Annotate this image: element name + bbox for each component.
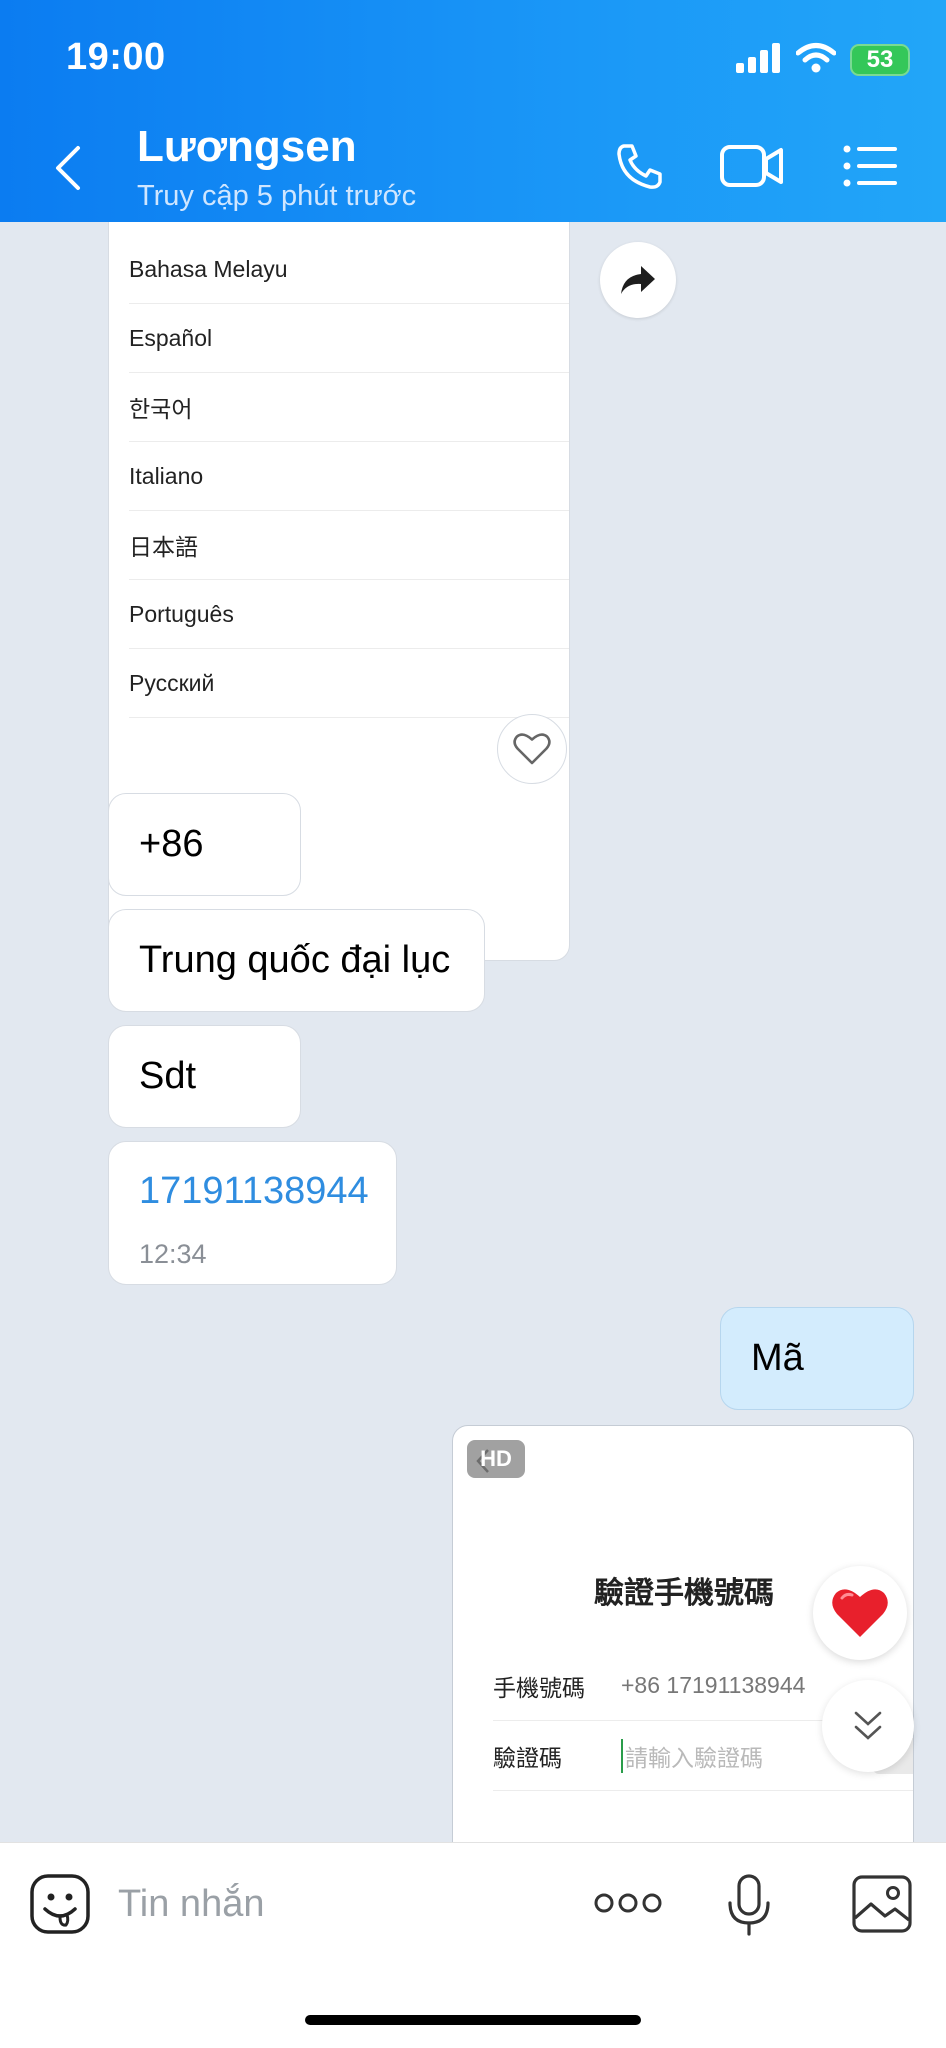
last-seen-status: Truy cập 5 phút trước [137,180,417,212]
hd-badge[interactable]: HD [467,1440,525,1478]
battery-level: 53 [866,46,894,73]
message-text: Mã [751,1337,804,1379]
contact-name[interactable]: Lươngsen [137,122,357,172]
status-icons: 53 [736,40,910,80]
message-input[interactable] [118,1876,558,1932]
language-item: 한국어 [129,373,569,442]
battery-icon: 53 [850,44,910,76]
home-indicator [305,2015,641,2025]
menu-icon [843,145,897,187]
sticker-button[interactable] [28,1872,92,1936]
signal-icon [736,42,782,78]
chat-options-button[interactable] [842,136,898,196]
gallery-button[interactable] [850,1872,914,1936]
quick-like-button[interactable] [813,1566,907,1660]
voice-record-button[interactable] [724,1872,774,1938]
more-dots-icon [594,1893,662,1913]
status-time: 19:00 [66,36,166,78]
image-phone-label: 手機號碼 [493,1674,585,1701]
my-message-bubble[interactable]: Mã [720,1307,914,1410]
image-code-label: 驗證碼 [493,1744,562,1771]
message-list[interactable]: Bahasa Melayu Español 한국어 Italiano 日本語 P… [0,222,946,1842]
microphone-icon [728,1874,770,1936]
image-phone-value: +86 17191138944 [621,1672,806,1698]
double-chevron-down-icon [854,1711,882,1740]
more-options-button[interactable] [592,1885,664,1921]
language-item: Bahasa Melayu [129,235,569,304]
voice-call-button[interactable] [610,136,670,196]
language-item: Русский [129,649,569,718]
back-button[interactable] [52,140,96,196]
language-item: 日本語 [129,511,569,580]
message-bubble[interactable]: Sdt [108,1025,301,1128]
back-icon [56,146,80,190]
image-code-placeholder: 請輸入驗證碼 [621,1738,763,1773]
message-bubble[interactable]: 17191138944 12:34 [108,1141,397,1285]
heart-icon [832,1589,888,1637]
share-arrow-icon [621,266,655,294]
emoji-icon [30,1874,90,1934]
forward-button[interactable] [600,242,676,318]
phone-number-link[interactable]: 17191138944 [139,1170,369,1213]
message-text: +86 [139,823,204,865]
message-text: Trung quốc đại lục [139,939,451,981]
scroll-to-bottom-button[interactable] [822,1680,914,1772]
react-button[interactable] [497,714,567,784]
message-bubble[interactable]: +86 [108,793,301,896]
language-item: Italiano [129,442,569,511]
language-item: Português [129,580,569,649]
message-bubble[interactable]: Trung quốc đại lục [108,909,485,1012]
video-call-button[interactable] [718,136,786,196]
heart-outline-icon [513,733,551,765]
chat-header: 19:00 53 Lươngsen Truy cập 5 phút trước [0,0,946,222]
message-time: 12:34 [139,1239,207,1269]
wifi-icon [795,42,837,79]
image-icon [852,1875,912,1933]
message-text: Sdt [139,1055,197,1097]
language-item: Español [129,304,569,373]
video-icon [720,145,783,187]
phone-icon [617,144,662,189]
